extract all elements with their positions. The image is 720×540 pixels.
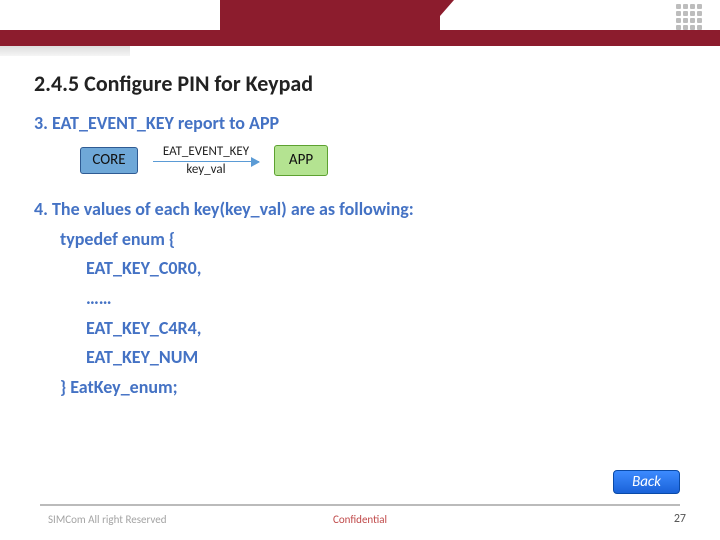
header-shape <box>220 0 440 32</box>
arrow-label-bottom: key_val <box>186 162 225 177</box>
decorative-dots-icon <box>676 4 702 30</box>
event-diagram: CORE EAT_EVENT_KEY key_val APP <box>80 144 686 177</box>
header-parallelogram <box>426 0 454 32</box>
app-box: APP <box>274 145 328 176</box>
core-box: CORE <box>80 147 138 174</box>
footer-divider <box>40 504 680 506</box>
arrow-right-icon <box>153 161 259 162</box>
header-bar <box>0 30 720 46</box>
back-button[interactable]: Back <box>613 470 680 494</box>
code-line: …… <box>34 284 686 314</box>
code-line: typedef enum { <box>34 225 686 255</box>
code-line: } EatKey_enum; <box>34 373 686 403</box>
step3-heading: 3. EAT_EVENT_KEY report to APP <box>34 112 686 134</box>
arrow-label-top: EAT_EVENT_KEY <box>163 144 249 159</box>
arrow-group: EAT_EVENT_KEY key_val <box>146 144 266 177</box>
code-line: EAT_KEY_NUM <box>34 343 686 373</box>
step4-heading: 4. The values of each key(key_val) are a… <box>34 198 414 220</box>
section-title: 2.4.5 Configure PIN for Keypad <box>34 70 313 97</box>
code-line: EAT_KEY_C4R4, <box>34 314 686 344</box>
footer-confidential: Confidential <box>0 513 720 526</box>
page-number: 27 <box>674 512 686 526</box>
code-line: EAT_KEY_C0R0, <box>34 254 686 284</box>
step4-block: 4. The values of each key(key_val) are a… <box>34 195 686 403</box>
